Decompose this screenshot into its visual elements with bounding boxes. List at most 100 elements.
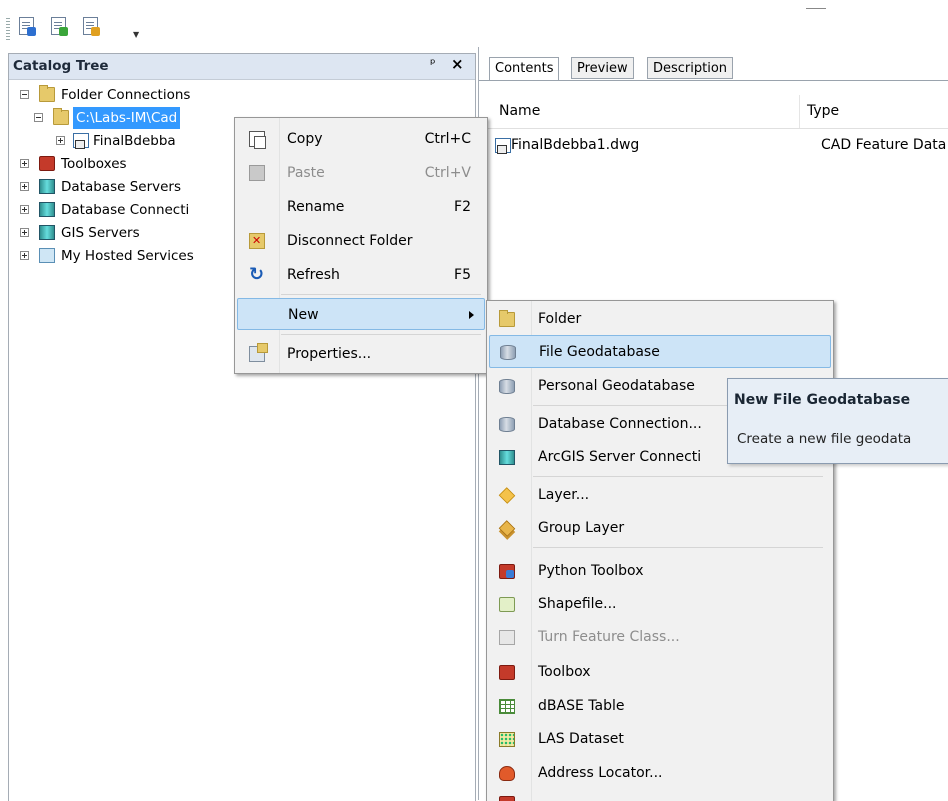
menu-item-label: Folder <box>538 311 582 327</box>
menu-item-rename[interactable]: Rename F2 <box>237 191 485 223</box>
refresh-icon: ↻ <box>249 264 265 285</box>
expand-icon[interactable] <box>56 136 65 145</box>
toolbar: ▼ <box>0 0 948 52</box>
menu-item-las-dataset[interactable]: LAS Dataset <box>489 723 831 756</box>
toolbox-icon <box>499 665 515 680</box>
menu-item-shortcut: Ctrl+V <box>424 165 471 181</box>
menu-item-label: Disconnect Folder <box>287 233 413 249</box>
gis-servers-icon <box>39 225 55 240</box>
divider <box>281 294 481 295</box>
expand-icon[interactable] <box>20 205 29 214</box>
column-separator[interactable] <box>799 95 800 128</box>
menu-item-label: Turn Feature Class... <box>538 629 680 645</box>
menu-item-new[interactable]: New <box>237 298 485 330</box>
las-dataset-icon <box>499 732 515 747</box>
metadata-icon[interactable] <box>48 16 68 36</box>
menu-item-label: Address Locator... <box>538 765 663 781</box>
menu-item-label: Refresh <box>287 267 340 283</box>
submenu-arrow-icon <box>469 311 474 319</box>
menu-item-label: Toolbox <box>538 664 591 680</box>
divider <box>533 547 823 548</box>
menu-item-folder[interactable]: Folder <box>489 303 831 336</box>
pin-icon[interactable]: ᵖ <box>430 57 436 72</box>
toolboxes-icon <box>39 156 55 171</box>
arcgis-server-connection-icon <box>499 450 515 465</box>
menu-item-label: Rename <box>287 199 345 215</box>
search-icon[interactable] <box>80 16 100 36</box>
tab-contents[interactable]: Contents <box>489 57 560 81</box>
database-connection-icon <box>499 417 515 432</box>
tree-item-label: GIS Servers <box>61 225 140 241</box>
panel-title: Catalog Tree <box>13 58 109 74</box>
menu-item-properties[interactable]: Properties... <box>237 338 485 370</box>
tab-preview[interactable]: Preview <box>571 57 634 79</box>
column-header-type[interactable]: Type <box>807 103 839 119</box>
tree-item-label: Database Servers <box>61 179 182 195</box>
properties-icon <box>249 343 268 362</box>
hosted-services-icon <box>39 248 55 263</box>
disconnect-folder-icon <box>249 233 265 249</box>
cad-dataset-icon <box>495 138 511 154</box>
menu-item-turn-feature-class[interactable]: Turn Feature Class... <box>489 621 831 654</box>
menu-item-label: Group Layer <box>538 520 625 536</box>
column-header-name[interactable]: Name <box>499 103 540 119</box>
menu-item-refresh[interactable]: ↻ Refresh F5 <box>237 259 485 291</box>
shapefile-icon <box>499 597 515 612</box>
menu-item-label: LAS Dataset <box>538 731 624 747</box>
tooltip-title: New File Geodatabase <box>734 392 911 408</box>
toolbar-grip[interactable] <box>6 18 10 40</box>
menu-item-label: Paste <box>287 165 325 181</box>
menu-item-python-toolbox[interactable]: Python Toolbox <box>489 555 831 588</box>
menu-item-label: New <box>288 307 319 323</box>
tree-item-label: Database Connecti <box>61 202 190 218</box>
close-icon[interactable]: × <box>451 55 464 73</box>
menu-item-toolbox[interactable]: Toolbox <box>489 656 831 689</box>
menu-item-disconnect-folder[interactable]: Disconnect Folder <box>237 225 485 257</box>
menu-item-layer[interactable]: Layer... <box>489 479 831 512</box>
personal-geodatabase-icon <box>499 379 515 394</box>
menu-item-paste[interactable]: Paste Ctrl+V <box>237 157 485 189</box>
tooltip-body: Create a new file geodata <box>737 431 912 447</box>
menu-item-shortcut: F2 <box>454 199 471 215</box>
tree-item-label: C:\Labs-IM\Cad <box>73 107 181 129</box>
expand-icon[interactable] <box>20 228 29 237</box>
copy-icon <box>249 131 266 149</box>
menu-item-file-geodatabase[interactable]: File Geodatabase <box>489 335 831 368</box>
cad-dataset-icon <box>73 133 89 149</box>
address-locator-icon <box>499 766 515 781</box>
expand-icon[interactable] <box>20 159 29 168</box>
table-row[interactable]: FinalBdebba1.dwg CAD Feature Data <box>493 135 948 157</box>
folder-icon <box>53 108 69 125</box>
tool-icon <box>499 796 515 801</box>
python-toolbox-icon <box>499 564 515 579</box>
database-servers-icon <box>39 179 55 194</box>
menu-item-label: Shapefile... <box>538 596 617 612</box>
menu-item-dbase-table[interactable]: dBASE Table <box>489 690 831 723</box>
menu-item-shortcut: Ctrl+C <box>424 131 471 147</box>
folder-connections-icon <box>39 85 55 102</box>
expand-icon[interactable] <box>20 182 29 191</box>
menu-item-label: dBASE Table <box>538 698 625 714</box>
menu-item-label: Personal Geodatabase <box>538 378 695 394</box>
menu-item-copy[interactable]: Copy Ctrl+C <box>237 123 485 155</box>
menu-item-address-locator[interactable]: Address Locator... <box>489 757 831 790</box>
collapse-icon[interactable] <box>34 113 43 122</box>
context-menu: Copy Ctrl+C Paste Ctrl+V Rename F2 Disco… <box>234 117 488 374</box>
menu-item-label: ArcGIS Server Connecti <box>538 449 702 465</box>
menu-item-shapefile[interactable]: Shapefile... <box>489 588 831 621</box>
dbase-table-icon <box>499 699 515 714</box>
tree-item-folder-connections[interactable]: Folder Connections <box>9 84 475 106</box>
catalog-tree-icon[interactable] <box>16 16 36 36</box>
catalog-tree-header: Catalog Tree ᵖ × <box>9 54 475 80</box>
menu-item-group-layer[interactable]: Group Layer <box>489 512 831 545</box>
file-name: FinalBdebba1.dwg <box>511 137 640 153</box>
menu-item-label: File Geodatabase <box>539 344 660 360</box>
expand-icon[interactable] <box>20 251 29 260</box>
collapse-icon[interactable] <box>20 90 29 99</box>
tooltip: New File Geodatabase Create a new file g… <box>727 378 948 464</box>
menu-item-label: Database Connection... <box>538 416 702 432</box>
tree-item-label: FinalBdebba <box>93 133 176 149</box>
tab-description[interactable]: Description <box>647 57 734 79</box>
menu-item-label: Properties... <box>287 346 372 362</box>
toolbar-dropdown-icon[interactable]: ▼ <box>133 30 139 39</box>
